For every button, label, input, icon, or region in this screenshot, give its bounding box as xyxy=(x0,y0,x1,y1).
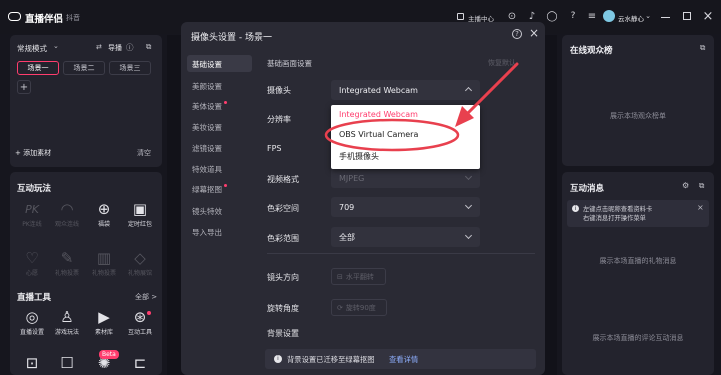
annotation-overlay xyxy=(324,62,519,152)
highlight-ellipse xyxy=(324,118,460,152)
annotation-arrow-shaft xyxy=(461,62,519,120)
